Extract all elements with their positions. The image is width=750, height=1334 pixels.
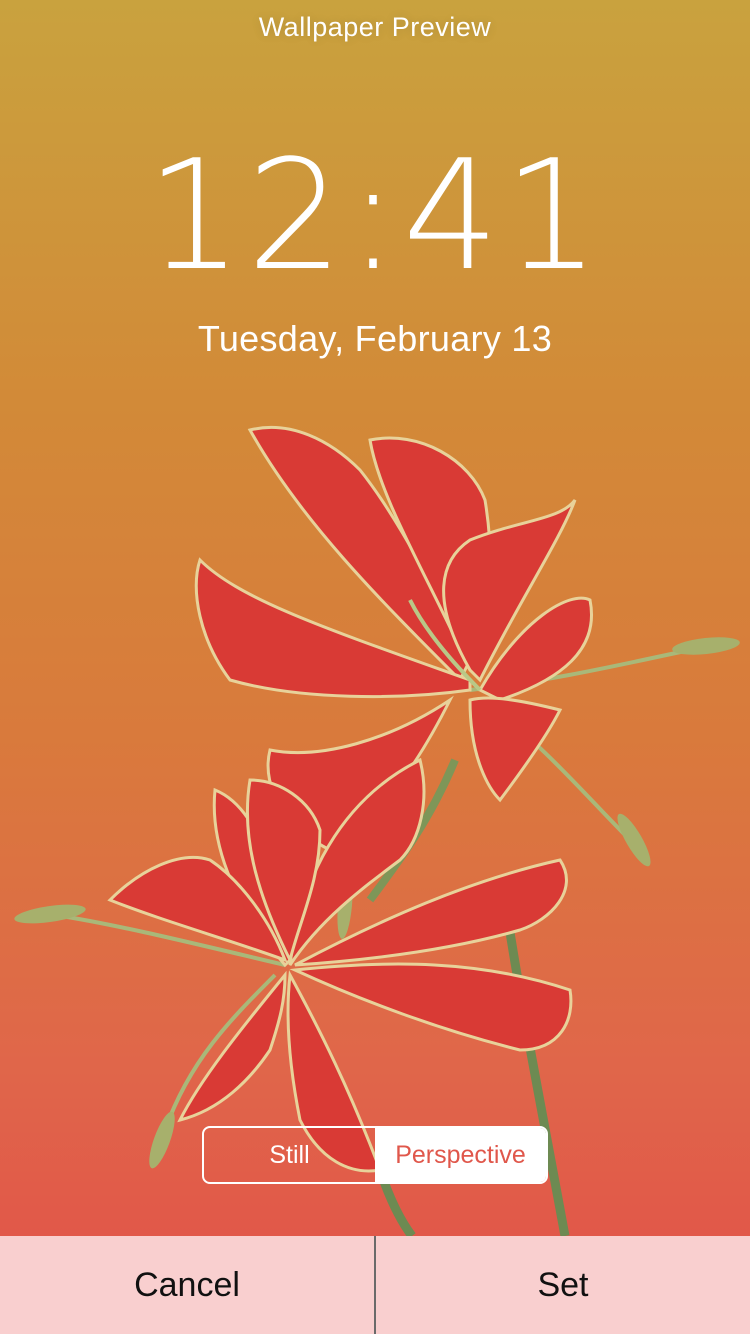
perspective-option[interactable]: Perspective	[375, 1128, 546, 1182]
set-button[interactable]: Set	[376, 1236, 750, 1334]
lock-screen-time: 12:41	[145, 127, 605, 304]
preview-title: Wallpaper Preview	[258, 12, 492, 42]
motion-segmented-control: Still Perspective	[202, 1126, 548, 1184]
wallpaper-preview-screen: Wallpaper Preview 12:41 Tuesday, Februar…	[0, 0, 750, 1334]
still-option[interactable]: Still	[204, 1128, 375, 1182]
lock-screen-date: Tuesday, February 13	[197, 318, 553, 359]
action-bar: Cancel Set	[0, 1236, 750, 1334]
cancel-button[interactable]: Cancel	[0, 1236, 374, 1334]
